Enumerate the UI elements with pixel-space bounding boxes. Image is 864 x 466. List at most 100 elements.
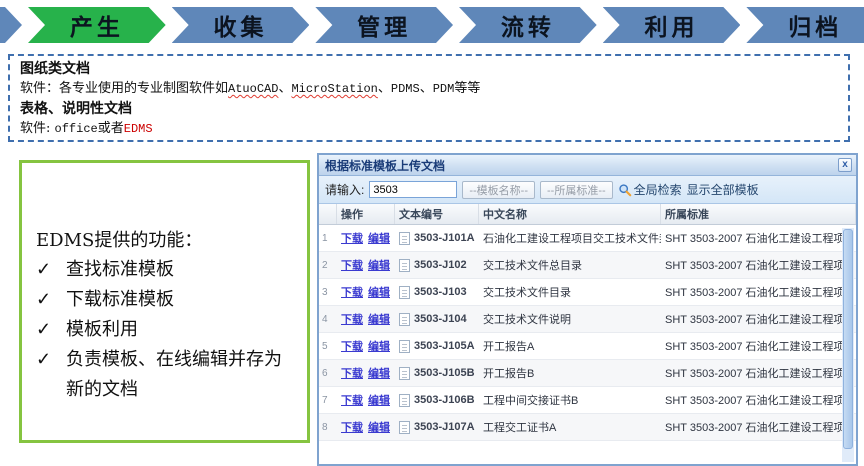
document-icon (399, 259, 410, 272)
doc-code: 3503-J105A (414, 340, 475, 352)
doc-name: 工程中间交接证书B (479, 392, 661, 408)
doc-code: 3503-J105B (414, 367, 475, 379)
process-step-produce: 产生 (28, 7, 166, 43)
close-button[interactable]: x (838, 158, 852, 172)
process-step-collect: 收集 (172, 7, 310, 43)
process-step-manage: 管理 (315, 7, 453, 43)
feature-item: ✓下载标准模板 (36, 285, 297, 315)
global-search-button[interactable]: 全局检索 (618, 181, 682, 198)
standard-dropdown[interactable]: --所属标准-- (540, 181, 613, 199)
process-step-label: 管理 (357, 8, 411, 42)
upload-template-dialog: 根据标准模板上传文档 x 请输入: --模板名称-- --所属标准-- 全局检索… (317, 153, 858, 466)
table-body: 1 下载编辑 3503-J101A 石油化工建设工程项目交工技术文件封面A SH… (319, 225, 856, 466)
download-link[interactable]: 下载 (341, 311, 363, 327)
table-row: 5 下载编辑 3503-J105A 开工报告A SHT 3503-2007 石油… (319, 333, 856, 360)
download-link[interactable]: 下载 (341, 338, 363, 354)
header-standard: 所属标准 (661, 204, 856, 224)
header-operation: 操作 (337, 204, 395, 224)
app-name-edms: EDMS (124, 122, 153, 136)
edms-feature-box: EDMS提供的功能： ✓查找标准模板 ✓下载标准模板 ✓模板利用 ✓负责模板、在… (19, 160, 310, 443)
table-row: 3 下载编辑 3503-J103 交工技术文件目录 SHT 3503-2007 … (319, 279, 856, 306)
document-icon (399, 313, 410, 326)
scrollbar-thumb[interactable] (843, 229, 853, 449)
check-icon: ✓ (36, 255, 66, 285)
edit-link[interactable]: 编辑 (368, 284, 390, 300)
empty-row-area (319, 441, 856, 466)
edit-link[interactable]: 编辑 (368, 230, 390, 246)
download-link[interactable]: 下载 (341, 230, 363, 246)
vertical-scrollbar[interactable] (842, 228, 854, 462)
process-bar: 产生 收集 管理 流转 利用 归档 (0, 7, 864, 43)
document-icon (399, 286, 410, 299)
edit-link[interactable]: 编辑 (368, 311, 390, 327)
doc-code: 3503-J106B (414, 394, 475, 406)
process-step-label: 利用 (645, 8, 699, 42)
doc-name: 交工技术文件说明 (479, 311, 661, 327)
download-link[interactable]: 下载 (341, 419, 363, 435)
edms-features-heading: EDMS提供的功能： (36, 227, 297, 255)
download-link[interactable]: 下载 (341, 365, 363, 381)
doc-standard: SHT 3503-2007 石油化工建设工程项目交工... (661, 230, 856, 246)
download-link[interactable]: 下载 (341, 392, 363, 408)
app-name-pdms: PDMS (391, 82, 420, 96)
header-doc-name: 中文名称 (479, 204, 661, 224)
edit-link[interactable]: 编辑 (368, 257, 390, 273)
check-icon: ✓ (36, 285, 66, 315)
doc-code: 3503-J104 (414, 313, 467, 325)
edit-link[interactable]: 编辑 (368, 419, 390, 435)
document-icon (399, 340, 410, 353)
row-number: 7 (319, 395, 337, 406)
slide-canvas: 产生 收集 管理 流转 利用 归档 图纸类文档 软件：各专业使用的专业制图软件如… (0, 0, 864, 466)
dialog-titlebar: 根据标准模板上传文档 x (319, 155, 856, 176)
search-icon (618, 183, 632, 197)
dialog-title: 根据标准模板上传文档 (325, 157, 838, 174)
doc-name: 工程交工证书A (479, 419, 661, 435)
edit-link[interactable]: 编辑 (368, 338, 390, 354)
search-input[interactable] (369, 181, 457, 198)
document-icon (399, 367, 410, 380)
process-step-transfer: 流转 (459, 7, 597, 43)
row-number: 5 (319, 341, 337, 352)
close-icon: x (842, 160, 848, 170)
row-number: 6 (319, 368, 337, 379)
doc-standard: SHT 3503-2007 石油化工建设工程项目交工... (661, 419, 856, 435)
doc-code: 3503-J101A (414, 232, 475, 244)
table-header: 操作 文本编号 中文名称 所属标准 (319, 204, 856, 225)
template-name-dropdown[interactable]: --模板名称-- (462, 181, 535, 199)
check-icon: ✓ (36, 315, 66, 345)
doc-standard: SHT 3503-2007 石油化工建设工程项目交工... (661, 284, 856, 300)
table-row: 6 下载编辑 3503-J105B 开工报告B SHT 3503-2007 石油… (319, 360, 856, 387)
document-icon (399, 421, 410, 434)
doc-standard: SHT 3503-2007 石油化工建设工程项目交工... (661, 257, 856, 273)
header-doc-code: 文本编号 (395, 204, 479, 224)
doc-standard: SHT 3503-2007 石油化工建设工程项目交工... (661, 338, 856, 354)
show-all-templates-button[interactable]: 显示全部模板 (687, 181, 759, 198)
doc-standard: SHT 3503-2007 石油化工建设工程项目交工... (661, 392, 856, 408)
document-icon (399, 232, 410, 245)
process-step-lead (0, 7, 22, 43)
note-software-line2: 软件: office或者EDMS (20, 119, 838, 139)
download-link[interactable]: 下载 (341, 284, 363, 300)
search-input-label: 请输入: (325, 181, 364, 198)
process-step-use: 利用 (603, 7, 741, 43)
app-name-pdm: PDM (433, 82, 455, 96)
doc-standard: SHT 3503-2007 石油化工建设工程项目交工... (661, 311, 856, 327)
doc-name: 开工报告B (479, 365, 661, 381)
table-row: 2 下载编辑 3503-J102 交工技术文件总目录 SHT 3503-2007… (319, 252, 856, 279)
row-number: 8 (319, 422, 337, 433)
edit-link[interactable]: 编辑 (368, 365, 390, 381)
doc-code: 3503-J103 (414, 286, 467, 298)
document-icon (399, 394, 410, 407)
table-row: 4 下载编辑 3503-J104 交工技术文件说明 SHT 3503-2007 … (319, 306, 856, 333)
table-row: 7 下载编辑 3503-J106B 工程中间交接证书B SHT 3503-200… (319, 387, 856, 414)
app-name-microstation: MicroStation (291, 82, 377, 96)
process-step-archive: 归档 (746, 7, 864, 43)
doc-code: 3503-J102 (414, 259, 467, 271)
app-name-office: office (55, 122, 98, 136)
edit-link[interactable]: 编辑 (368, 392, 390, 408)
feature-item: ✓查找标准模板 (36, 255, 297, 285)
table-row: 8 下载编辑 3503-J107A 工程交工证书A SHT 3503-2007 … (319, 414, 856, 441)
note-software-line1: 软件：各专业使用的专业制图软件如AtuoCAD、MicroStation、PDM… (20, 79, 838, 99)
header-index (319, 204, 337, 224)
download-link[interactable]: 下载 (341, 257, 363, 273)
